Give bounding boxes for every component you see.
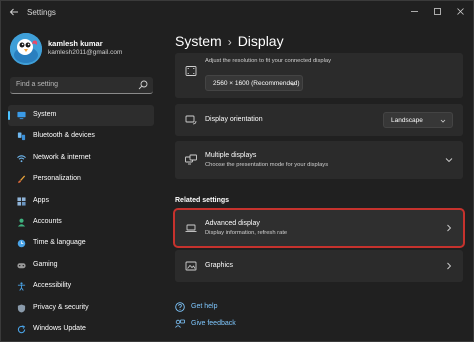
sidebar-item-label: Windows Update [33, 324, 86, 332]
give-feedback-label: Give feedback [191, 320, 236, 327]
title-bar: Settings [1, 1, 473, 23]
chevron-down-icon [290, 82, 296, 86]
chevron-down-icon [445, 158, 453, 163]
sidebar-item-bluetooth[interactable]: Bluetooth & devices [8, 126, 154, 147]
sidebar-item-label: Accessibility [33, 282, 72, 290]
avatar[interactable] [10, 33, 42, 65]
orientation-icon [185, 115, 197, 125]
bluetooth-icon [17, 132, 26, 141]
sidebar-item-label: Accounts [33, 217, 62, 225]
sidebar-item-label: System [33, 111, 57, 118]
accessibility-icon [17, 282, 26, 291]
advanced-display-description: Display information, refresh rate [205, 230, 288, 236]
sidebar-item-label: Bluetooth & devices [33, 132, 95, 140]
brush-icon [18, 175, 26, 184]
orientation-card: Display orientation Landscape [175, 104, 463, 136]
globe-clock-icon [17, 240, 26, 248]
graphics-title: Graphics [205, 262, 234, 269]
close-icon [456, 8, 464, 15]
advanced-display-title: Advanced display [205, 220, 260, 227]
multiple-displays-icon [185, 154, 197, 165]
minimize-button[interactable] [405, 4, 423, 18]
profile-email: kamlesh2011@gmail.com [48, 49, 123, 56]
maximize-icon [433, 8, 441, 15]
laptop-icon [185, 224, 197, 232]
back-button[interactable] [7, 5, 21, 19]
help-icon [175, 302, 185, 312]
chevron-down-icon [440, 119, 446, 123]
graphics-card[interactable]: Graphics [175, 250, 463, 282]
orientation-value: Landscape [391, 117, 423, 124]
get-help-label: Get help [191, 303, 218, 310]
breadcrumb: System › Display [175, 33, 284, 49]
breadcrumb-separator: › [227, 35, 232, 49]
app-title: Settings [27, 8, 56, 17]
chevron-right-icon [447, 262, 452, 270]
advanced-display-card[interactable]: Advanced display Display information, re… [173, 208, 465, 248]
sidebar-item-personalization[interactable]: Personalization [8, 169, 154, 190]
person-icon [17, 218, 26, 227]
orientation-title: Display orientation [205, 116, 263, 123]
resolution-dropdown[interactable]: 2560 × 1600 (Recommended) [205, 75, 303, 91]
sidebar-item-label: Apps [33, 196, 49, 204]
monitor-icon [17, 111, 26, 120]
settings-window: Settings kamlesh kumar kamlesh2011@gmail… [0, 0, 474, 342]
give-feedback-link[interactable]: Give feedback [175, 318, 255, 330]
sidebar-item-apps[interactable]: Apps [8, 191, 154, 212]
sidebar-item-privacy[interactable]: Privacy & security [8, 298, 154, 319]
multiple-displays-title: Multiple displays [205, 152, 257, 159]
resolution-card: Adjust the resolution to fit your connec… [175, 53, 463, 98]
page-title: Display [237, 33, 284, 49]
multiple-displays-card[interactable]: Multiple displays Choose the presentatio… [175, 141, 463, 179]
sidebar-item-windows-update[interactable]: Windows Update [8, 319, 154, 340]
sidebar-item-network[interactable]: Network & internet [8, 148, 154, 169]
back-arrow-icon [9, 8, 18, 16]
sidebar-item-label: Privacy & security [33, 303, 89, 311]
chevron-right-icon [447, 224, 452, 232]
graphics-icon [185, 261, 197, 271]
close-button[interactable] [451, 4, 469, 18]
update-icon [17, 325, 26, 334]
active-indicator [8, 111, 10, 120]
sidebar-item-label: Time & language [33, 239, 86, 247]
search-box[interactable]: Find a setting [10, 77, 153, 94]
resolution-icon [185, 66, 197, 76]
minimize-icon [410, 11, 418, 12]
search-icon[interactable] [138, 80, 148, 90]
sidebar-item-label: Network & internet [33, 153, 91, 161]
sidebar-item-label: Gaming [33, 260, 58, 268]
sidebar-item-system[interactable]: System [8, 105, 154, 127]
search-input[interactable]: Find a setting [16, 81, 58, 88]
sidebar-item-accessibility[interactable]: Accessibility [8, 276, 154, 297]
apps-icon [17, 197, 26, 206]
sidebar-nav: System Bluetooth & devices Network & int… [8, 105, 154, 340]
sidebar-item-gaming[interactable]: Gaming [8, 255, 154, 276]
gamepad-icon [17, 262, 26, 268]
orientation-dropdown[interactable]: Landscape [383, 112, 453, 128]
feedback-icon [175, 319, 185, 328]
shield-icon [17, 303, 26, 313]
breadcrumb-parent[interactable]: System [175, 33, 222, 49]
sidebar-item-time-language[interactable]: Time & language [8, 233, 154, 254]
get-help-link[interactable]: Get help [175, 301, 255, 313]
resolution-value: 2560 × 1600 (Recommended) [213, 80, 300, 87]
bird-avatar-icon [10, 33, 42, 65]
multiple-displays-description: Choose the presentation mode for your di… [205, 162, 329, 168]
profile-name: kamlesh kumar [48, 39, 103, 48]
resolution-description: Adjust the resolution to fit your connec… [205, 58, 331, 64]
sidebar-item-accounts[interactable]: Accounts [8, 212, 154, 233]
maximize-button[interactable] [428, 4, 446, 18]
related-settings-heading: Related settings [175, 197, 230, 204]
sidebar-item-label: Personalization [33, 175, 81, 183]
wifi-icon [17, 155, 26, 162]
